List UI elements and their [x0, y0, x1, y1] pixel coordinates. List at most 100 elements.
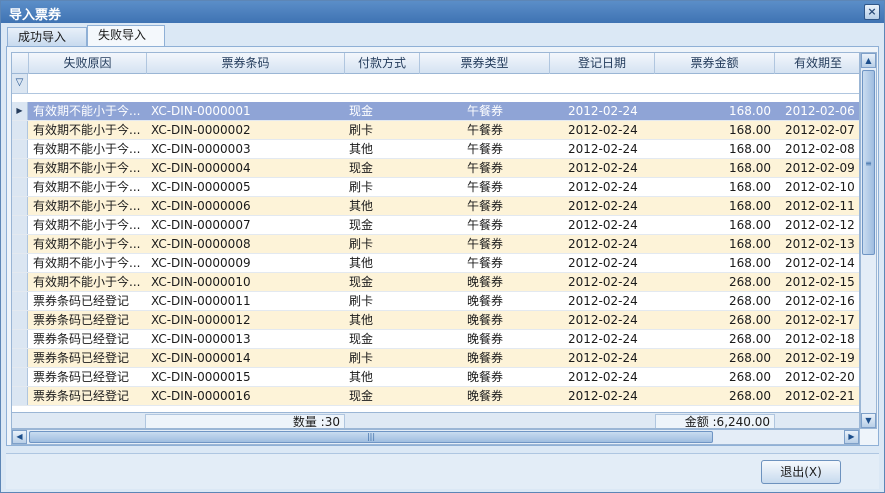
row-header[interactable] — [12, 349, 28, 367]
exit-button[interactable]: 退出(X) — [761, 460, 841, 484]
cell-date: 2012-02-24 — [568, 275, 638, 289]
horizontal-scrollbar[interactable]: ◀ ||| ▶ — [11, 429, 860, 445]
cell-code: XC-DIN-0000012 — [151, 313, 251, 327]
cell-expire: 2012-02-21 — [785, 389, 855, 403]
table-row[interactable]: 票券条码已经登记 XC-DIN-0000013 现金 晚餐券 2012-02-24 268… — [12, 330, 859, 349]
cell-code: XC-DIN-0000010 — [151, 275, 251, 289]
cell-expire: 2012-02-13 — [785, 237, 855, 251]
horizontal-scroll-thumb[interactable]: ||| — [29, 431, 713, 443]
cell-type: 午餐券 — [466, 142, 503, 156]
cell-date: 2012-02-24 — [568, 218, 638, 232]
table-row[interactable]: 有效期不能小于今... XC-DIN-0000005 刷卡 午餐券 2012-02-24… — [12, 178, 859, 197]
row-header[interactable] — [12, 292, 28, 310]
cell-payment: 刷卡 — [349, 294, 374, 308]
table-row[interactable]: 有效期不能小于今... XC-DIN-0000002 刷卡 午餐券 2012-02-24… — [12, 121, 859, 140]
cell-amount: 168.00 — [729, 161, 771, 175]
cell-reason: 有效期不能小于今... — [33, 256, 141, 270]
cell-type: 午餐券 — [466, 237, 503, 251]
cell-code: XC-DIN-0000007 — [151, 218, 251, 232]
column-header-expire[interactable]: 有效期至 — [775, 53, 859, 74]
cell-date: 2012-02-24 — [568, 332, 638, 346]
title-bar[interactable]: 导入票券 × — [1, 1, 884, 23]
cell-payment: 其他 — [349, 370, 374, 384]
filter-row[interactable]: ▽ — [12, 74, 859, 94]
column-header-reason[interactable]: 失败原因 — [29, 53, 147, 74]
scroll-left-icon[interactable]: ◀ — [12, 430, 27, 444]
column-header-code[interactable]: 票券条码 — [147, 53, 345, 74]
column-header-amount[interactable]: 票券金额 — [655, 53, 775, 74]
row-header[interactable] — [12, 178, 28, 196]
table-row[interactable]: 有效期不能小于今... XC-DIN-0000010 现金 晚餐券 2012-02-24… — [12, 273, 859, 292]
cell-type: 晚餐券 — [466, 370, 503, 384]
cell-payment: 刷卡 — [349, 351, 374, 365]
column-header-type[interactable]: 票券类型 — [420, 53, 550, 74]
cell-date: 2012-02-24 — [568, 389, 638, 403]
cell-reason: 有效期不能小于今... — [33, 218, 141, 232]
funnel-icon[interactable]: ▽ — [12, 74, 28, 93]
cell-code: XC-DIN-0000001 — [151, 104, 251, 118]
vertical-scrollbar[interactable]: ▲ ≡ ▼ — [860, 52, 877, 429]
table-row[interactable]: 票券条码已经登记 XC-DIN-0000014 刷卡 晚餐券 2012-02-24 268… — [12, 349, 859, 368]
table-row[interactable]: 票券条码已经登记 XC-DIN-0000011 刷卡 晚餐券 2012-02-24 268… — [12, 292, 859, 311]
row-header[interactable] — [12, 121, 28, 139]
column-header-date[interactable]: 登记日期 — [550, 53, 655, 74]
table-row[interactable]: 票券条码已经登记 XC-DIN-0000015 其他 晚餐券 2012-02-24 268… — [12, 368, 859, 387]
cell-expire: 2012-02-19 — [785, 351, 855, 365]
cell-code: XC-DIN-0000003 — [151, 142, 251, 156]
cell-code: XC-DIN-0000004 — [151, 161, 251, 175]
row-header[interactable] — [12, 159, 28, 177]
cell-type: 晚餐券 — [466, 313, 503, 327]
vertical-scroll-thumb[interactable]: ≡ — [862, 70, 875, 255]
table-row[interactable]: 有效期不能小于今... XC-DIN-0000007 现金 午餐券 2012-02-24… — [12, 216, 859, 235]
cell-expire: 2012-02-15 — [785, 275, 855, 289]
cell-reason: 票券条码已经登记 — [33, 389, 130, 403]
table-row[interactable]: 有效期不能小于今... XC-DIN-0000006 其他 午餐券 2012-02-24… — [12, 197, 859, 216]
cell-amount: 168.00 — [729, 123, 771, 137]
column-header-payment[interactable]: 付款方式 — [345, 53, 420, 74]
cell-amount: 168.00 — [729, 104, 771, 118]
row-header[interactable] — [12, 254, 28, 272]
cell-payment: 现金 — [349, 161, 374, 175]
row-header[interactable] — [12, 140, 28, 158]
row-header[interactable] — [12, 330, 28, 348]
close-icon[interactable]: × — [864, 4, 880, 20]
row-header[interactable] — [12, 387, 28, 405]
cell-date: 2012-02-24 — [568, 199, 638, 213]
cell-expire: 2012-02-18 — [785, 332, 855, 346]
grid-summary-footer: 数量 :30 金额 :6,240.00 — [12, 412, 859, 428]
triangle-right-icon[interactable]: ▶ — [12, 102, 28, 120]
cell-amount: 268.00 — [729, 389, 771, 403]
scroll-up-icon[interactable]: ▲ — [861, 53, 876, 68]
cell-code: XC-DIN-0000008 — [151, 237, 251, 251]
table-row[interactable]: 票券条码已经登记 XC-DIN-0000012 其他 晚餐券 2012-02-24 268… — [12, 311, 859, 330]
tab-failed-import[interactable]: 失败导入 — [87, 25, 165, 47]
scroll-right-icon[interactable]: ▶ — [844, 430, 859, 444]
table-row[interactable]: 有效期不能小于今... XC-DIN-0000009 其他 午餐券 2012-02-24… — [12, 254, 859, 273]
row-header[interactable] — [12, 311, 28, 329]
row-header[interactable] — [12, 197, 28, 215]
row-header[interactable] — [12, 216, 28, 234]
cell-type: 晚餐券 — [466, 332, 503, 346]
cell-date: 2012-02-24 — [568, 294, 638, 308]
cell-expire: 2012-02-14 — [785, 256, 855, 270]
cell-expire: 2012-02-08 — [785, 142, 855, 156]
table-row[interactable]: 有效期不能小于今... XC-DIN-0000008 刷卡 午餐券 2012-02-24… — [12, 235, 859, 254]
table-row[interactable]: 有效期不能小于今... XC-DIN-0000004 现金 午餐券 2012-02-24… — [12, 159, 859, 178]
row-header[interactable] — [12, 368, 28, 386]
row-header[interactable] — [12, 273, 28, 291]
table-row[interactable]: 有效期不能小于今... XC-DIN-0000003 其他 午餐券 2012-02-24… — [12, 140, 859, 159]
cell-code: XC-DIN-0000006 — [151, 199, 251, 213]
row-header[interactable] — [12, 235, 28, 253]
cell-payment: 刷卡 — [349, 180, 374, 194]
cell-code: XC-DIN-0000013 — [151, 332, 251, 346]
table-row[interactable]: 票券条码已经登记 XC-DIN-0000016 现金 晚餐券 2012-02-24 268… — [12, 387, 859, 406]
cell-type: 午餐券 — [466, 218, 503, 232]
cell-payment: 其他 — [349, 142, 374, 156]
scroll-down-icon[interactable]: ▼ — [861, 413, 876, 428]
cell-type: 午餐券 — [466, 256, 503, 270]
tab-success-import[interactable]: 成功导入 — [7, 27, 87, 47]
cell-expire: 2012-02-09 — [785, 161, 855, 175]
cell-code: XC-DIN-0000014 — [151, 351, 251, 365]
table-row[interactable]: ▶ 有效期不能小于今... XC-DIN-0000001 现金 午餐券 2012-02-2… — [12, 102, 859, 121]
cell-amount: 268.00 — [729, 351, 771, 365]
